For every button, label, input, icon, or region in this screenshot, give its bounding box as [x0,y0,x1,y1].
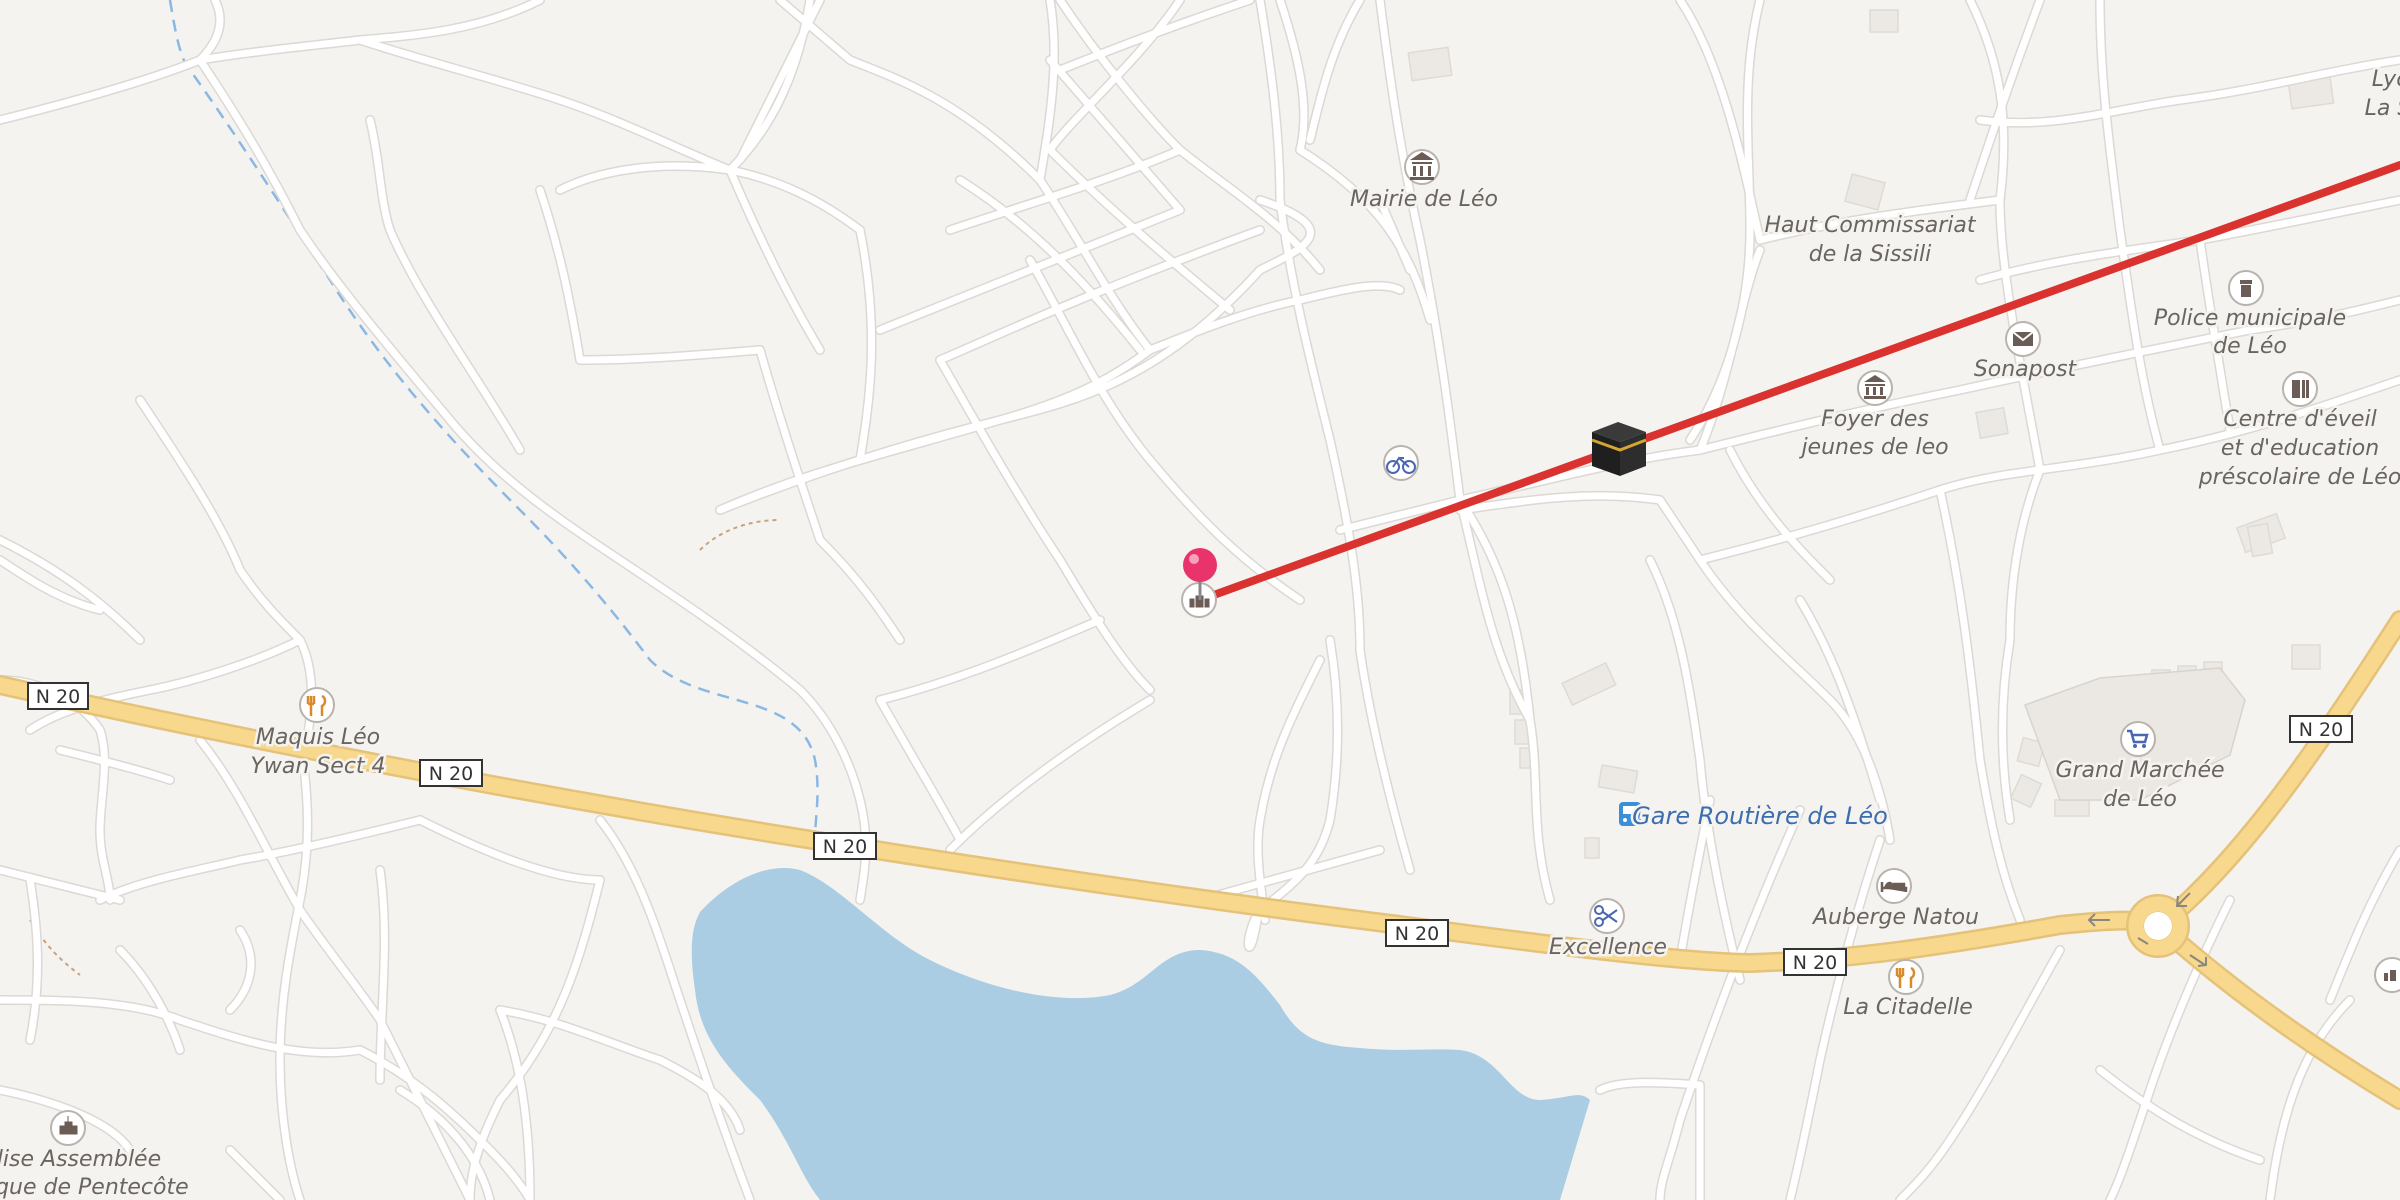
restaurant-icon [1888,959,1924,995]
mairie-poi[interactable]: Mairie de Léo [1347,149,1501,215]
auberge-label: Auberge Natou [1811,905,1979,930]
map-canvas[interactable]: N 20 N 20 N 20 N 20 N 20 N 20 Mairie de … [0,0,2400,1200]
haut-commissariat-poi[interactable]: Haut Commissariat de la Sissili [1762,211,1979,270]
auberge-poi[interactable]: Auberge Natou [1809,868,1982,933]
grand-marche-label-2: de Léo [2103,787,2177,812]
road-shield-label: N 20 [2299,719,2343,741]
road-shield: N 20 [27,682,89,710]
lycee-label-2: La S [2365,96,2400,121]
road-shield-label: N 20 [1395,923,1439,945]
eglise-label-1: glise Assemblée [0,1147,161,1172]
road-shield-label: N 20 [36,686,80,708]
centre-label-3: préscolaire de Léo [2198,465,2400,490]
marketplace-icon [2120,721,2156,757]
bicycle-poi[interactable] [1383,445,1419,481]
foyer-label-2: jeunes de leo [1798,435,1948,460]
centre-label-1: Centre d'éveil [2223,407,2376,432]
citadelle-label: La Citadelle [1843,995,1973,1020]
mairie-label: Mairie de Léo [1350,187,1498,212]
kaaba-marker[interactable] [1591,422,1647,476]
building-footprints [1407,9,2335,859]
sonapost-label: Sonapost [1974,357,2078,382]
road-shield-label: N 20 [1793,952,1837,974]
road-shield-label: N 20 [823,836,867,858]
road-shield-label: N 20 [429,763,473,785]
eglise-label-2: gelique de Pentecôte [0,1175,189,1200]
road-shield: N 20 [1385,919,1449,947]
citadelle-poi[interactable]: La Citadelle [1841,959,1975,1023]
edge-poi[interactable] [2374,957,2400,993]
excellence-label: Excellence [1549,935,1667,960]
maquis-label-1: Maquis Léo [256,725,380,750]
road-shield: N 20 [1783,948,1847,976]
excellence-poi[interactable]: Excellence [1547,898,1669,963]
centre-label-2: et d'education [2221,436,2379,461]
road-shield: N 20 [813,832,877,860]
footpath [699,519,781,551]
lycee-label-1: Lyc [2372,67,2400,92]
lake [691,868,1590,1200]
sonapost-poi[interactable]: Sonapost [1971,321,2080,385]
lycee-poi[interactable]: Lyc La S [2362,65,2400,124]
restaurant-icon [299,687,335,723]
police-label-2: de Léo [2213,334,2287,359]
grand-marche-label-1: Grand Marchée [2055,758,2224,783]
police-label-1: Police municipale [2154,306,2346,331]
gare-label: Gare Routière de Léo [1632,802,1888,830]
maquis-poi[interactable]: Maquis Léo Ywan Sect 4 [248,687,388,782]
foyer-poi[interactable]: Foyer des jeunes de leo [1796,370,1951,463]
road-shield: N 20 [419,759,483,787]
maquis-label-2: Ywan Sect 4 [250,754,385,779]
foyer-label-1: Foyer des [1821,407,1929,432]
gare-poi[interactable]: Gare Routière de Léo [1619,800,1890,833]
haut-commissariat-label-2: de la Sissili [1809,242,1931,267]
road-shield: N 20 [2289,715,2353,743]
haut-commissariat-label-1: Haut Commissariat [1764,213,1976,238]
kaaba-icon [1591,422,1647,476]
